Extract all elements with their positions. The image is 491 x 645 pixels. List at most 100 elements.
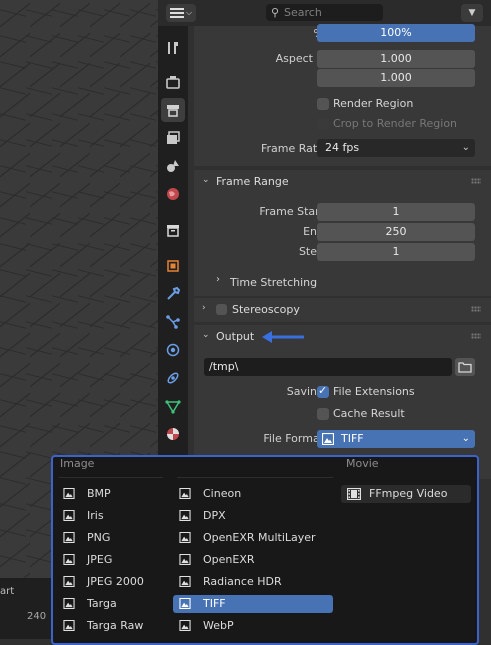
timeline-frame-value: 240 — [27, 611, 47, 622]
tab-collection[interactable] — [161, 218, 185, 242]
format-option-label: OpenEXR — [203, 553, 255, 566]
object-icon — [167, 260, 179, 272]
render-region-checkbox[interactable] — [317, 98, 329, 110]
aspect-x-field[interactable]: 1.000 — [317, 50, 475, 68]
format-option-jpeg-2000[interactable]: JPEG 2000 — [57, 573, 165, 591]
chevron-right-icon: › — [202, 303, 206, 313]
frame-rate-select[interactable]: 24 fps ⌄ — [317, 139, 475, 157]
chevron-down-icon: ⌄ — [461, 433, 470, 444]
particles-icon — [166, 315, 180, 329]
scene-icon — [167, 160, 179, 172]
tab-material[interactable] — [161, 422, 185, 446]
time-stretching-subpanel[interactable]: › Time Stretching — [194, 272, 491, 294]
image-icon — [179, 532, 191, 543]
aspect-y-field[interactable]: 1.000 — [317, 69, 475, 87]
image-icon — [179, 576, 191, 587]
time-stretching-title: Time Stretching — [230, 276, 318, 289]
file-format-select[interactable]: TIFF ⌄ — [317, 430, 475, 448]
chevron-down-icon: ⌄ — [202, 330, 210, 340]
editor-type-icon — [169, 8, 184, 18]
format-option-openexr-multilayer[interactable]: OpenEXR MultiLayer — [173, 529, 333, 547]
image-icon — [63, 576, 75, 587]
search-placeholder: Search — [284, 6, 322, 19]
format-option-radiance-hdr[interactable]: Radiance HDR — [173, 573, 333, 591]
format-option-label: Iris — [87, 509, 104, 522]
cache-result-checkbox[interactable] — [317, 408, 329, 420]
drag-handle-icon[interactable] — [471, 178, 481, 184]
format-option-png[interactable]: PNG — [57, 529, 165, 547]
format-option-cineon[interactable]: Cineon — [173, 485, 333, 503]
format-option-label: Targa Raw — [87, 619, 144, 632]
format-option-label: PNG — [87, 531, 111, 544]
format-option-targa[interactable]: Targa — [57, 595, 165, 613]
resolution-percent-field[interactable]: 100% — [317, 24, 475, 42]
tab-particles[interactable] — [161, 310, 185, 334]
format-option-tiff[interactable]: TIFF — [173, 595, 333, 613]
drag-handle-icon[interactable] — [471, 306, 481, 312]
world-icon — [167, 188, 179, 200]
stereoscopy-panel-header[interactable]: › Stereoscopy — [194, 298, 491, 322]
editor-type-button[interactable]: ⌵ — [166, 4, 196, 22]
crop-to-render-region-checkbox[interactable] — [317, 118, 329, 130]
cache-result-label: Cache Result — [333, 407, 405, 420]
format-option-label: OpenEXR MultiLayer — [203, 531, 316, 544]
image-icon — [179, 554, 191, 565]
drag-handle-icon[interactable] — [471, 333, 481, 339]
tab-tool[interactable] — [161, 36, 185, 60]
render-icon — [166, 76, 180, 89]
output-path-field[interactable]: /tmp\ — [204, 358, 452, 376]
file-extensions-label: File Extensions — [333, 385, 415, 398]
file-format-value: TIFF — [341, 432, 364, 445]
tab-world[interactable] — [161, 182, 185, 206]
format-option-ffmpeg-video[interactable]: FFmpeg Video — [341, 485, 471, 503]
frame-range-panel-header[interactable]: ⌄ Frame Range — [194, 170, 491, 194]
tab-render[interactable] — [161, 70, 185, 94]
image-icon — [63, 488, 75, 499]
format-option-label: DPX — [203, 509, 226, 522]
image-icon — [63, 598, 75, 609]
image-icon — [322, 433, 334, 445]
format-option-bmp[interactable]: BMP — [57, 485, 165, 503]
chevron-down-icon: ▼ — [468, 8, 476, 18]
frame-start-label: Frame Start — [259, 205, 324, 218]
format-option-iris[interactable]: Iris — [57, 507, 165, 525]
tab-data[interactable] — [161, 394, 185, 418]
format-option-targa-raw[interactable]: Targa Raw — [57, 617, 165, 635]
frame-range-title: Frame Range — [216, 175, 289, 188]
view-layer-icon — [167, 131, 180, 144]
format-option-dpx[interactable]: DPX — [173, 507, 333, 525]
format-option-jpeg[interactable]: JPEG — [57, 551, 165, 569]
image-icon — [179, 510, 191, 521]
format-option-label: BMP — [87, 487, 111, 500]
tab-object[interactable] — [161, 254, 185, 278]
annotation-arrow — [262, 331, 304, 343]
crop-to-render-region-label: Crop to Render Region — [333, 117, 458, 130]
constraint-icon — [167, 372, 179, 384]
collection-icon — [167, 225, 179, 237]
tab-modifier[interactable] — [161, 282, 185, 306]
search-input[interactable]: ⚲ Search — [266, 4, 383, 21]
image-icon — [63, 554, 75, 565]
frame-rate-value: 24 fps — [325, 141, 360, 154]
timeline-strip[interactable]: art 240 — [0, 578, 52, 639]
frame-step-field[interactable]: 1 — [317, 243, 475, 261]
format-option-openexr[interactable]: OpenEXR — [173, 551, 333, 569]
movie-column-heading: Movie — [346, 457, 379, 470]
tab-physics[interactable] — [161, 338, 185, 362]
frame-end-field[interactable]: 250 — [317, 223, 475, 241]
file-extensions-checkbox[interactable] — [317, 384, 329, 398]
tab-scene[interactable] — [161, 154, 185, 178]
tab-output[interactable] — [161, 98, 185, 122]
output-panel-header[interactable]: ⌄ Output — [194, 325, 491, 349]
output-icon — [167, 105, 179, 117]
tab-view-layer[interactable] — [161, 126, 185, 150]
browse-folder-button[interactable] — [455, 358, 475, 376]
format-option-webp[interactable]: WebP — [173, 617, 333, 635]
frame-start-field[interactable]: 1 — [317, 203, 475, 221]
image-icon — [63, 620, 75, 631]
options-dropdown-button[interactable]: ▼ — [461, 4, 483, 22]
tab-constraint[interactable] — [161, 366, 185, 390]
image-icon — [63, 532, 75, 543]
stereoscopy-checkbox[interactable] — [216, 304, 227, 315]
search-icon: ⚲ — [270, 6, 280, 19]
